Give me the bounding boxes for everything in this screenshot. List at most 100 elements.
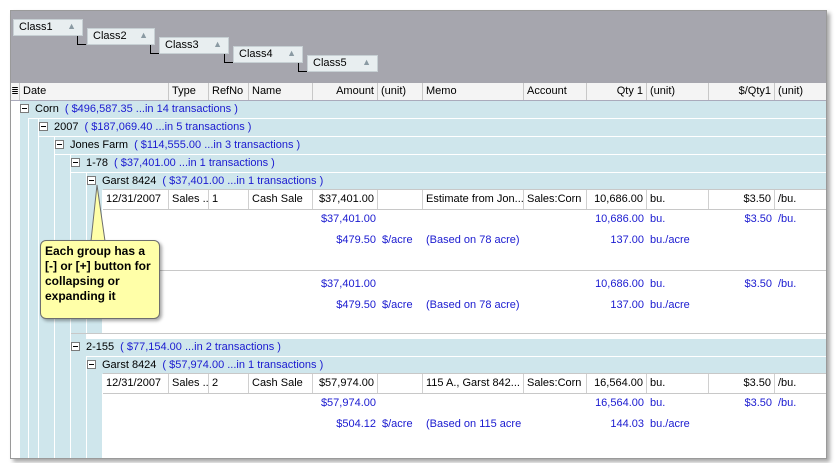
group-connector xyxy=(224,54,233,63)
sort-ascending-icon: ▲ xyxy=(362,57,371,67)
cell-qty-unit[interactable]: bu. xyxy=(647,374,709,393)
column-header-type[interactable]: Type xyxy=(169,83,209,100)
summary-acre-qty: 137.00 xyxy=(610,299,644,311)
summary-acre-note: (Based on 78 acre) xyxy=(426,299,520,311)
column-header-row: ≣ Date Type RefNo Name Amount (unit) Mem… xyxy=(11,83,826,101)
summary-per-qty: $3.50 xyxy=(744,397,772,409)
summary-amount: $37,401.00 xyxy=(320,213,376,225)
summary-amount: $37,401.00 xyxy=(320,278,376,290)
column-header-account[interactable]: Account xyxy=(524,83,587,100)
summary-acre-qty-unit: bu./acre xyxy=(650,234,690,246)
summary-per-unit: /bu. xyxy=(778,397,797,409)
summary-acre-note: (Based on 78 acre) xyxy=(426,234,520,246)
summary-separator xyxy=(71,333,826,334)
column-header-qty1[interactable]: Qty 1 xyxy=(587,83,647,100)
summary-acre-qty-unit: bu./acre xyxy=(650,418,690,430)
group-chip-class5[interactable]: Class5 ▲ xyxy=(307,55,378,72)
group-chip-label: Class3 xyxy=(165,39,199,51)
sort-ascending-icon: ▲ xyxy=(139,30,148,40)
cell-amount[interactable]: $37,401.00 xyxy=(313,190,378,209)
column-header-amount-unit[interactable]: (unit) xyxy=(378,83,423,100)
column-header-qty-unit[interactable]: (unit) xyxy=(647,83,709,100)
summary-qty: 16,564.00 xyxy=(595,397,644,409)
cell-refno[interactable]: 2 xyxy=(209,374,249,393)
summary-acre-note: (Based on 115 acre xyxy=(426,418,522,430)
group-connector xyxy=(150,45,159,54)
group-chip-class3[interactable]: Class3 ▲ xyxy=(159,37,229,54)
cell-per-qty1[interactable]: $3.50 xyxy=(709,374,775,393)
cell-per-qty1[interactable]: $3.50 xyxy=(709,190,775,209)
help-callout: Each group has a [-] or [+] button for c… xyxy=(40,240,160,319)
cell-name[interactable]: Cash Sale xyxy=(249,190,313,209)
sort-ascending-icon: ▲ xyxy=(287,48,296,58)
group-label: Garst 8424 xyxy=(102,359,157,371)
sort-ascending-icon: ▲ xyxy=(213,39,222,49)
summary-per-qty: $3.50 xyxy=(744,278,772,290)
collapse-toggle-icon[interactable] xyxy=(71,342,80,351)
column-header-per-unit[interactable]: (unit) xyxy=(775,83,826,100)
cell-amount-unit[interactable] xyxy=(378,374,423,393)
cell-date[interactable]: 12/31/2007 xyxy=(103,374,169,393)
cell-account[interactable]: Sales:Corn xyxy=(524,190,587,209)
column-header-refno[interactable]: RefNo xyxy=(209,83,249,100)
summary-qty-unit: bu. xyxy=(650,213,666,225)
summary-per-unit: /bu. xyxy=(778,213,797,225)
cell-per-unit[interactable]: /bu. xyxy=(775,374,826,393)
table-row[interactable]: 12/31/2007 Sales ... 1 Cash Sale $37,401… xyxy=(103,189,826,210)
column-header-amount[interactable]: Amount xyxy=(313,83,378,100)
summary-acre-qty-unit: bu./acre xyxy=(650,299,690,311)
group-summary: ( $37,401.00 ...in 1 transactions ) xyxy=(162,175,324,187)
summary-acre-amount: $479.50 xyxy=(336,299,376,311)
group-chip-class4[interactable]: Class4 ▲ xyxy=(233,46,303,63)
cell-memo[interactable]: 115 A., Garst 842... xyxy=(423,374,524,393)
summary-qty-unit: bu. xyxy=(650,397,666,409)
summary-acre-amount: $504.12 xyxy=(336,418,376,430)
group-summary: ( $77,154.00 ...in 2 transactions ) xyxy=(120,341,281,353)
summary-qty: 10,686.00 xyxy=(595,213,644,225)
group-row-garst-8424: Garst 8424( $37,401.00 ...in 1 transacti… xyxy=(87,173,826,190)
summary-per-unit: /bu. xyxy=(778,278,797,290)
group-chip-label: Class5 xyxy=(313,57,347,69)
group-connector xyxy=(298,63,307,72)
group-row-1-78: 1-78( $37,401.00 ...in 1 transactions ) xyxy=(71,155,826,172)
cell-memo[interactable]: Estimate from Jon... xyxy=(423,190,524,209)
summary-qty-unit: bu. xyxy=(650,278,666,290)
group-row-2-155: 2-155 ( $77,154.00 ...in 2 transactions ) xyxy=(71,339,826,356)
group-row-jones-farm: Jones Farm( $114,555.00 ...in 3 transact… xyxy=(55,137,826,154)
cell-qty-unit[interactable]: bu. xyxy=(647,190,709,209)
cell-qty1[interactable]: 10,686.00 xyxy=(587,190,647,209)
cell-name[interactable]: Cash Sale xyxy=(249,374,313,393)
group-row-corn: Corn( $496,587.35 ...in 14 transactions … xyxy=(20,101,826,118)
group-row-2007: 2007( $187,069.40 ...in 5 transactions ) xyxy=(39,119,826,136)
column-header-name[interactable]: Name xyxy=(249,83,313,100)
cell-account[interactable]: Sales:Corn xyxy=(524,374,587,393)
table-row[interactable]: 12/31/2007 Sales ... 2 Cash Sale $57,974… xyxy=(103,373,826,394)
group-summary: ( $37,401.00 ...in 1 transactions ) xyxy=(114,157,275,169)
cell-refno[interactable]: 1 xyxy=(209,190,249,209)
column-header-memo[interactable]: Memo xyxy=(423,83,524,100)
cell-amount[interactable]: $57,974.00 xyxy=(313,374,378,393)
summary-amount: $57,974.00 xyxy=(320,397,376,409)
summary-separator xyxy=(87,270,826,271)
summary-acre-unit: $/acre xyxy=(382,234,413,246)
group-row-garst-8424: Garst 8424 ( $57,974.00 ...in 1 transacti… xyxy=(87,357,826,374)
summary-acre-unit: $/acre xyxy=(382,299,413,311)
group-chip-label: Class4 xyxy=(239,48,273,60)
summary-acre-qty: 144.03 xyxy=(610,418,644,430)
group-label: 2-155 xyxy=(86,341,115,353)
cell-qty1[interactable]: 16,564.00 xyxy=(587,374,647,393)
summary-acre-unit: $/acre xyxy=(382,418,413,430)
summary-qty: 10,686.00 xyxy=(595,278,644,290)
summary-acre-qty: 137.00 xyxy=(610,234,644,246)
group-summary: ( $114,555.00 ...in 3 transactions ) xyxy=(134,139,301,151)
summary-acre-amount: $479.50 xyxy=(336,234,376,246)
summary-per-qty: $3.50 xyxy=(744,213,772,225)
collapse-toggle-icon[interactable] xyxy=(87,360,96,369)
cell-per-unit[interactable]: /bu. xyxy=(775,190,826,209)
report-grid-window: Class1 ▲ Class2 ▲ Class3 ▲ Class4 ▲ Clas… xyxy=(10,10,827,459)
cell-type[interactable]: Sales ... xyxy=(169,374,209,393)
column-header-per-qty1[interactable]: $/Qty1 xyxy=(709,83,775,100)
cell-amount-unit[interactable] xyxy=(378,190,423,209)
callout-pointer-icon xyxy=(90,184,106,242)
cell-type[interactable]: Sales ... xyxy=(169,190,209,209)
